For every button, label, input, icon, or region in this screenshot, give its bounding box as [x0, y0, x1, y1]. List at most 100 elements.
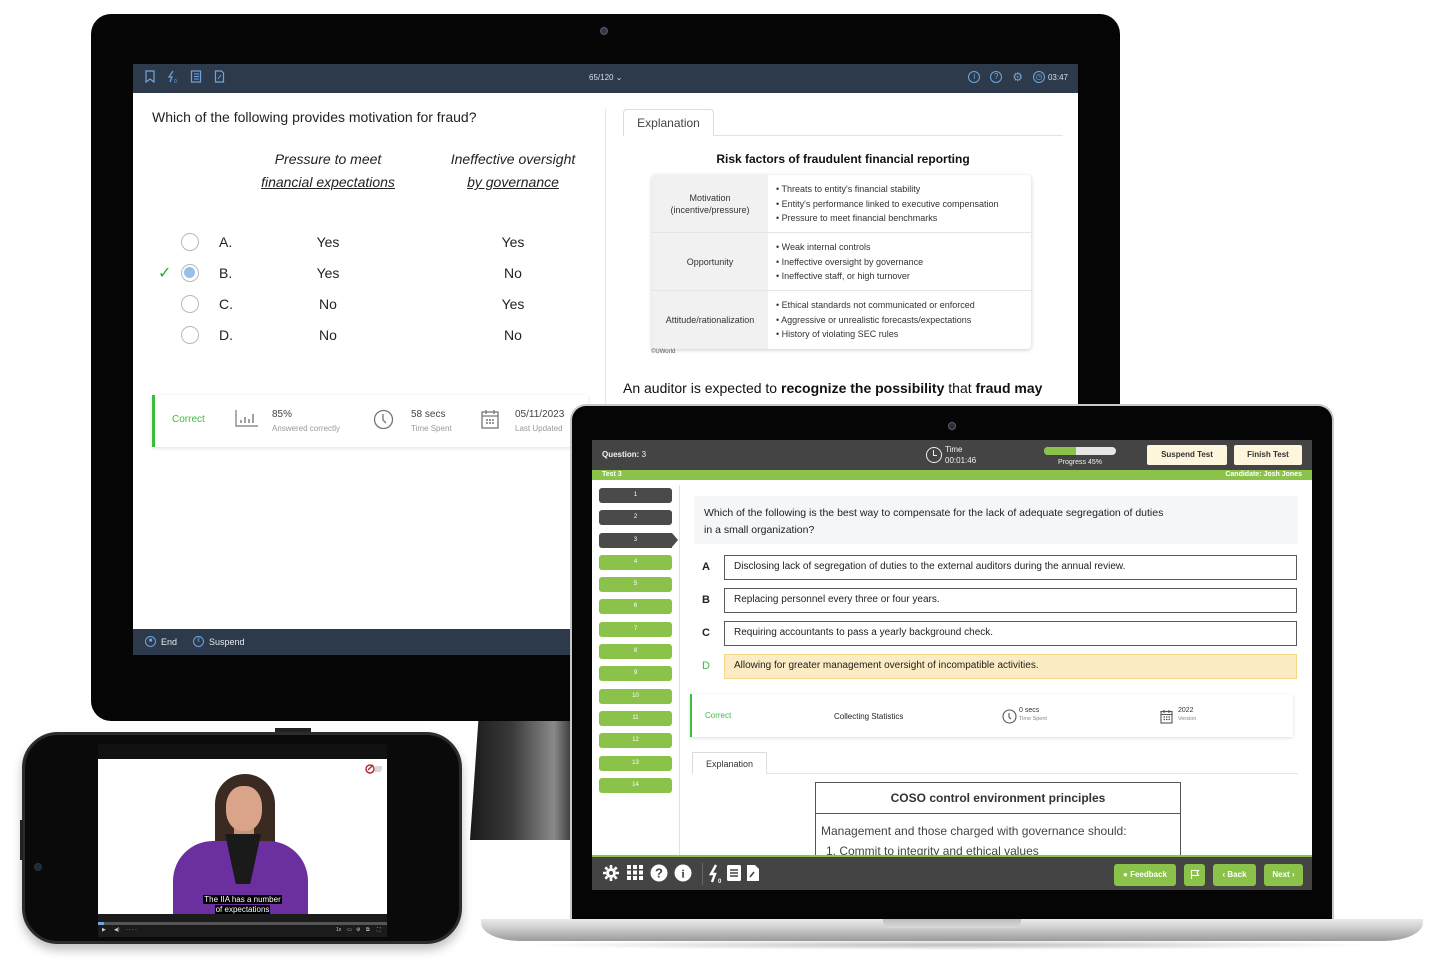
volume-icon[interactable]: ◀): [114, 927, 120, 933]
info-icon[interactable]: i: [674, 864, 692, 887]
question-nav-item-11[interactable]: 11: [599, 710, 672, 726]
tab-explanation[interactable]: Explanation: [623, 109, 714, 136]
option-text[interactable]: Replacing personnel every three or four …: [724, 588, 1297, 613]
option-text-highlighted[interactable]: Allowing for greater management oversigh…: [724, 654, 1297, 679]
option-letter: A: [702, 561, 710, 573]
clock-icon: [373, 409, 394, 435]
question-counter[interactable]: 65/120 ⌄: [589, 73, 622, 82]
question-nav-item-3[interactable]: 3: [599, 532, 678, 548]
end-button[interactable]: ■ End: [145, 636, 177, 647]
speed-icon[interactable]: 1x: [336, 927, 341, 933]
question-nav-item-1[interactable]: 1: [599, 488, 672, 503]
question-nav-item-10[interactable]: 10: [599, 688, 672, 704]
play-icon[interactable]: ▶: [102, 927, 106, 933]
svg-text:?: ?: [655, 866, 663, 881]
test-info-bar: Test 3 Candidate: Josh Jones: [592, 470, 1312, 480]
laptop-camera: [948, 422, 956, 430]
feedback-label: Feedback: [1130, 870, 1167, 879]
settings-icon[interactable]: ⚙: [356, 927, 360, 933]
caption-line2: of expectations: [214, 905, 271, 914]
finish-test-button[interactable]: Finish Test: [1234, 445, 1302, 465]
question-nav-item-6[interactable]: 6: [599, 599, 672, 615]
answer-option-d[interactable]: D. No No: [158, 324, 578, 346]
question-nav-item-2[interactable]: 2: [599, 510, 672, 526]
explanation-text: An auditor is expected to recognize the …: [623, 380, 1043, 396]
bookmark-icon[interactable]: [143, 70, 157, 86]
suspend-test-button[interactable]: Suspend Test: [1147, 445, 1227, 465]
tab-underline: [767, 773, 1298, 774]
settings-icon[interactable]: ⚙: [1012, 70, 1023, 84]
next-button[interactable]: Next ›: [1264, 864, 1303, 886]
grid-icon[interactable]: [626, 864, 644, 886]
info-icon[interactable]: i: [968, 71, 981, 83]
question-nav-item-7[interactable]: 7: [599, 621, 672, 637]
suspend-button[interactable]: ‖ Suspend: [193, 636, 245, 647]
column-header-line1: Ineffective oversight: [450, 151, 576, 167]
radio-button[interactable]: [181, 233, 199, 251]
flash-card-icon[interactable]: 0: [166, 70, 180, 86]
collecting-statistics: Collecting Statistics: [834, 712, 904, 721]
table-row: Motivation (incentive/pressure) • Threats…: [652, 175, 1031, 233]
laptop-notch: [883, 919, 1021, 928]
category-line1: Motivation: [689, 192, 731, 203]
answer-option-b[interactable]: B Replacing personnel every three or fou…: [702, 588, 1298, 613]
answer-option-c[interactable]: C. No Yes: [158, 293, 578, 315]
question-nav-item-8[interactable]: 8: [599, 644, 672, 660]
back-button[interactable]: ‹ Back: [1213, 864, 1256, 886]
pause-icon: ‖: [193, 636, 204, 647]
risk-factors-table: Motivation (incentive/pressure) • Threats…: [652, 175, 1031, 349]
question-line1: Which of the following is the best way t…: [704, 507, 1164, 519]
percent-correct-label: Answered correctly: [272, 424, 341, 433]
video-seek-bar[interactable]: [98, 922, 387, 925]
answer-option-c[interactable]: C Requiring accountants to pass a yearly…: [702, 621, 1298, 646]
answer-option-b[interactable]: ✓ B. Yes No: [158, 262, 578, 284]
flash-card-icon[interactable]: 0: [708, 864, 724, 889]
notebook-icon[interactable]: [726, 864, 742, 887]
question-navigator: 1 2 3 4 5 6 7 8 9 10 11 12 13 14: [599, 488, 678, 800]
answer-option-a[interactable]: A Disclosing lack of segregation of duti…: [702, 555, 1298, 580]
time-spent-label: Time Spent: [1019, 716, 1047, 722]
svg-text:0: 0: [718, 879, 722, 884]
chevron-down-icon: ⌄: [615, 73, 623, 82]
monitor-camera: [600, 27, 608, 35]
copyright: ©UWorld: [651, 349, 676, 355]
flag-button[interactable]: [1184, 864, 1205, 886]
radio-button-selected[interactable]: [181, 264, 199, 282]
question-nav-item-5[interactable]: 5: [599, 577, 672, 593]
table-item: • Threats to entity's financial stabilit…: [776, 184, 921, 194]
picture-in-picture-icon[interactable]: ⧉: [366, 927, 370, 933]
feedback-button[interactable]: ● Feedback: [1114, 864, 1176, 886]
calendar-icon: [1160, 709, 1173, 727]
question-nav-item-12[interactable]: 12: [599, 733, 672, 749]
question-nav-item-13[interactable]: 13: [599, 755, 672, 771]
toolbar-separator: [702, 863, 703, 885]
radio-button[interactable]: [181, 326, 199, 344]
captions-icon[interactable]: ▭: [347, 927, 352, 933]
option-text[interactable]: Disclosing lack of segregation of duties…: [724, 555, 1297, 580]
timer: 03:47: [1047, 72, 1068, 82]
stop-icon: ■: [145, 636, 156, 647]
table-item: • Weak internal controls: [776, 242, 871, 252]
notebook-icon[interactable]: [189, 70, 203, 86]
option-value-oversight: Yes: [501, 234, 525, 250]
fullscreen-icon[interactable]: ⛶: [377, 927, 381, 933]
time-spent: 58 secs: [411, 409, 446, 420]
help-icon[interactable]: ?: [990, 71, 1003, 83]
video-player[interactable]: The IIA has a number of expectations ▶ ◀…: [98, 744, 387, 937]
answer-option-a[interactable]: A. Yes Yes: [158, 231, 578, 253]
tab-explanation[interactable]: Explanation: [692, 752, 767, 774]
answer-option-d[interactable]: D Allowing for greater management oversi…: [702, 654, 1298, 679]
radio-button[interactable]: [181, 295, 199, 313]
notes-icon[interactable]: [746, 864, 760, 887]
clock-icon: [926, 447, 942, 463]
notes-icon[interactable]: [212, 70, 226, 86]
candidate-name: Candidate: Josh Jones: [1225, 471, 1302, 478]
coso-box-title: COSO control environment principles: [816, 783, 1180, 814]
question-nav-item-4[interactable]: 4: [599, 554, 672, 570]
option-text[interactable]: Requiring accountants to pass a yearly b…: [724, 621, 1297, 646]
question-nav-item-9[interactable]: 9: [599, 666, 672, 682]
question-nav-item-14[interactable]: 14: [599, 777, 672, 793]
video-frame[interactable]: The IIA has a number of expectations: [98, 759, 387, 914]
help-icon[interactable]: ?: [650, 864, 668, 887]
settings-icon[interactable]: [602, 864, 620, 887]
